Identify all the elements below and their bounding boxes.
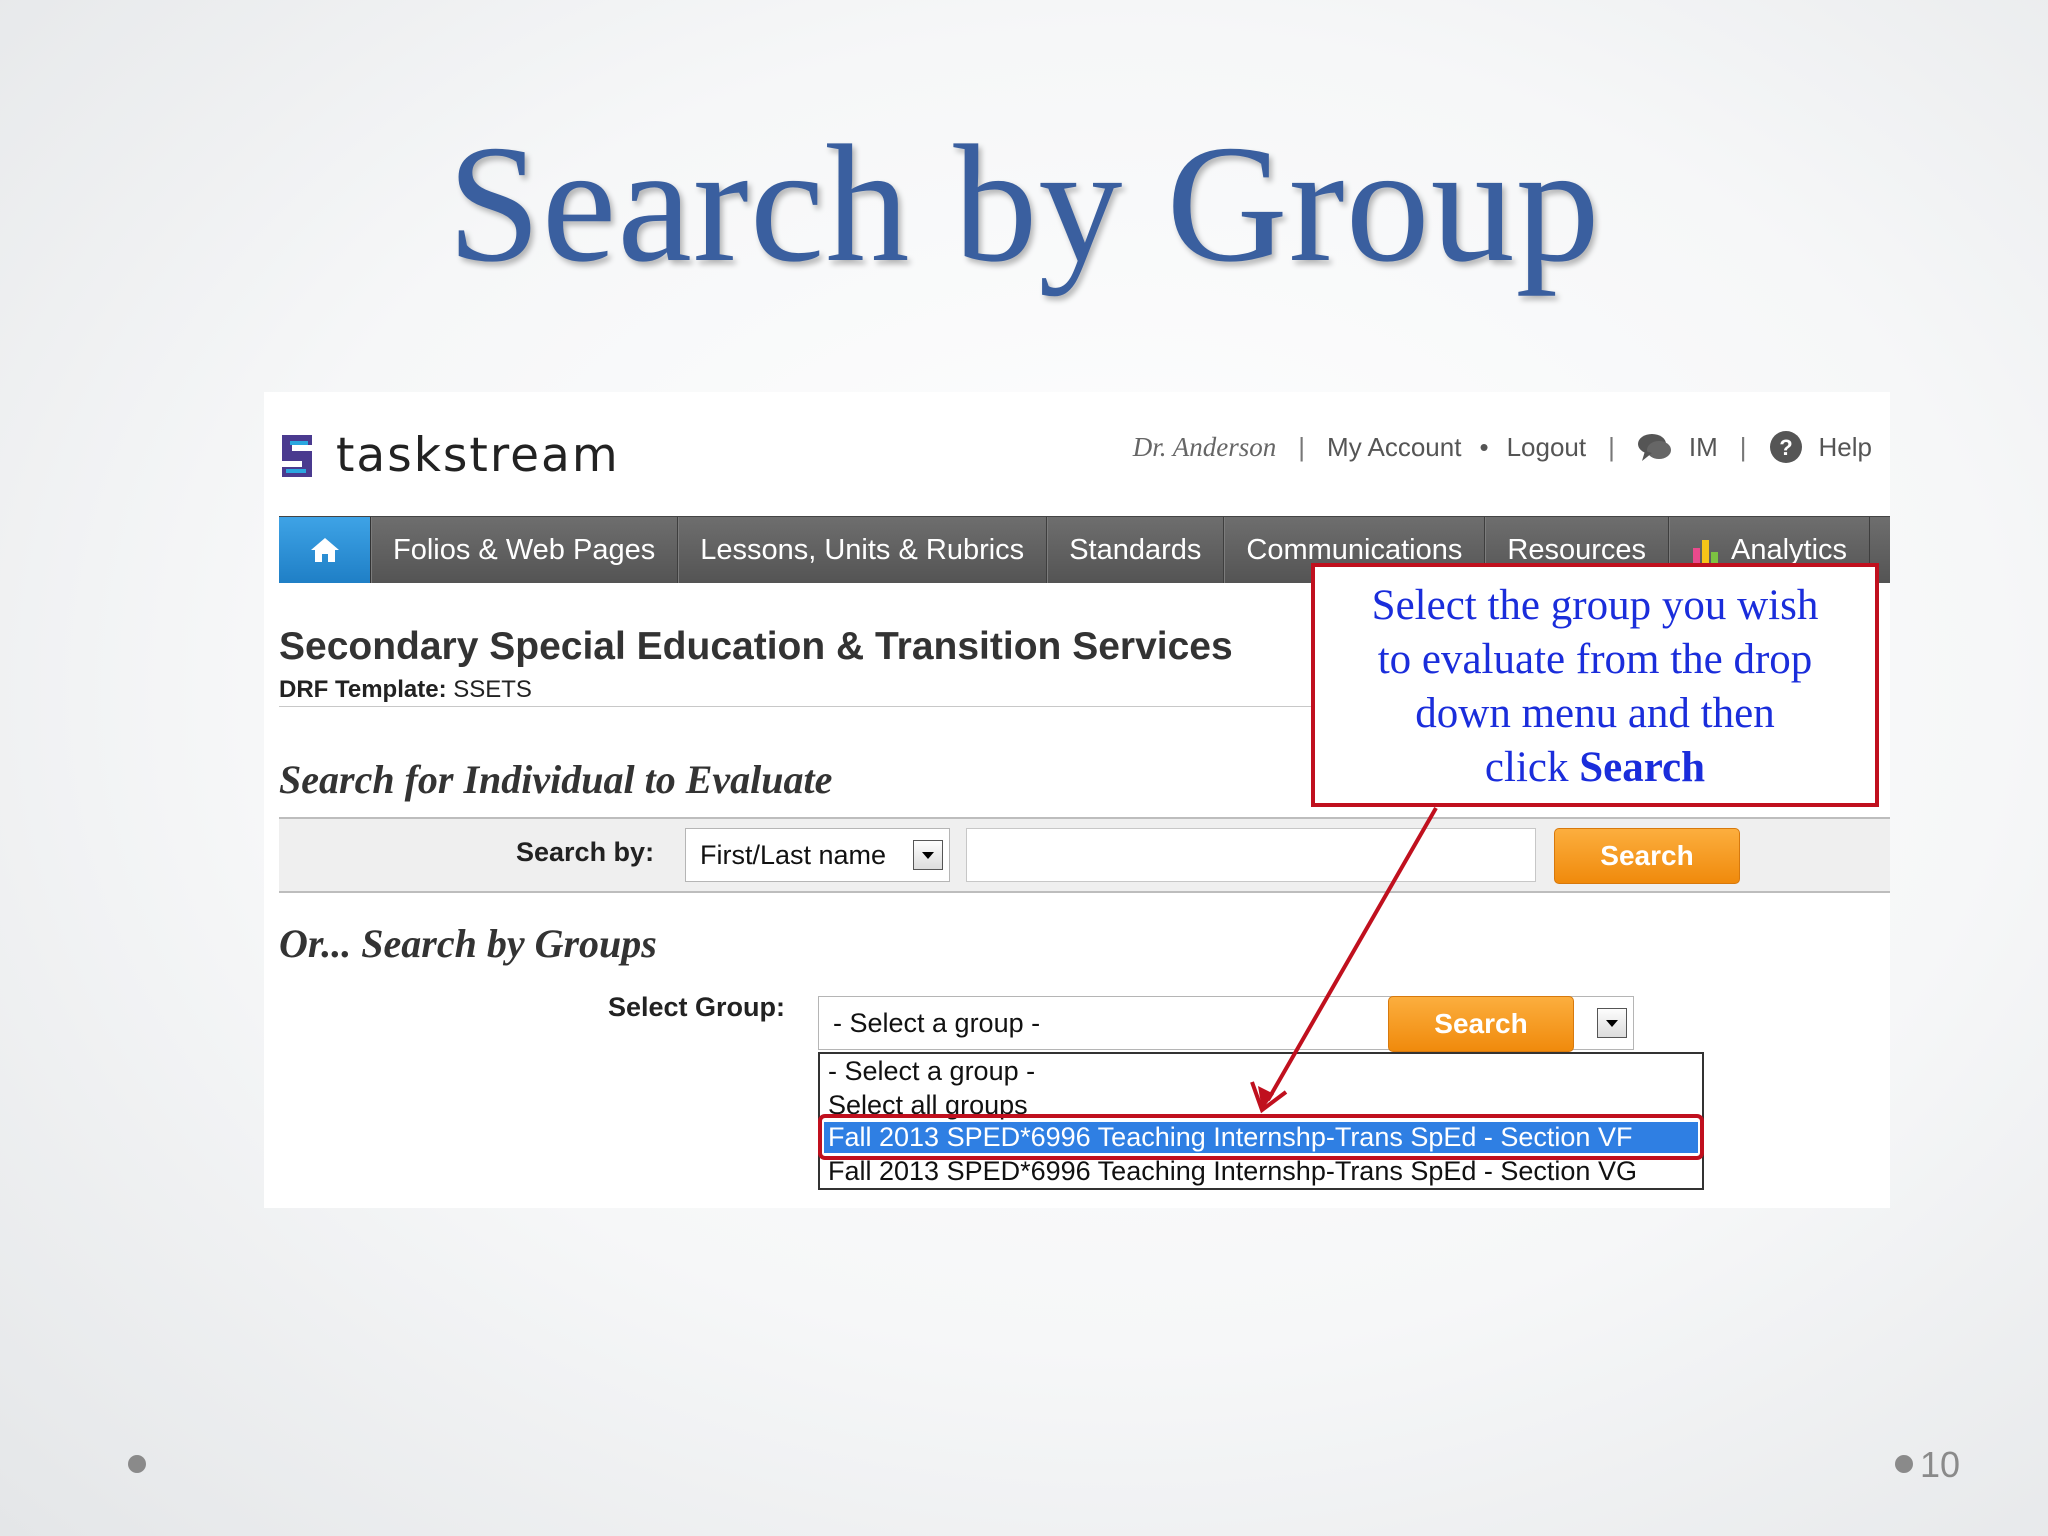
callout-line: to evaluate from the drop	[1377, 636, 1813, 683]
slide-bullet	[1895, 1455, 1913, 1473]
callout-bold: Search	[1579, 744, 1706, 791]
callout-line: down menu and then	[1415, 690, 1775, 737]
slide-number: 10	[1920, 1444, 1961, 1485]
instruction-callout: Select the group you wish to evaluate fr…	[1311, 563, 1879, 807]
callout-line: Select the group you wish	[1371, 582, 1819, 629]
callout-line: click Search	[1315, 741, 1875, 795]
slide-bullet	[128, 1455, 146, 1473]
callout-prefix: click	[1484, 744, 1580, 791]
